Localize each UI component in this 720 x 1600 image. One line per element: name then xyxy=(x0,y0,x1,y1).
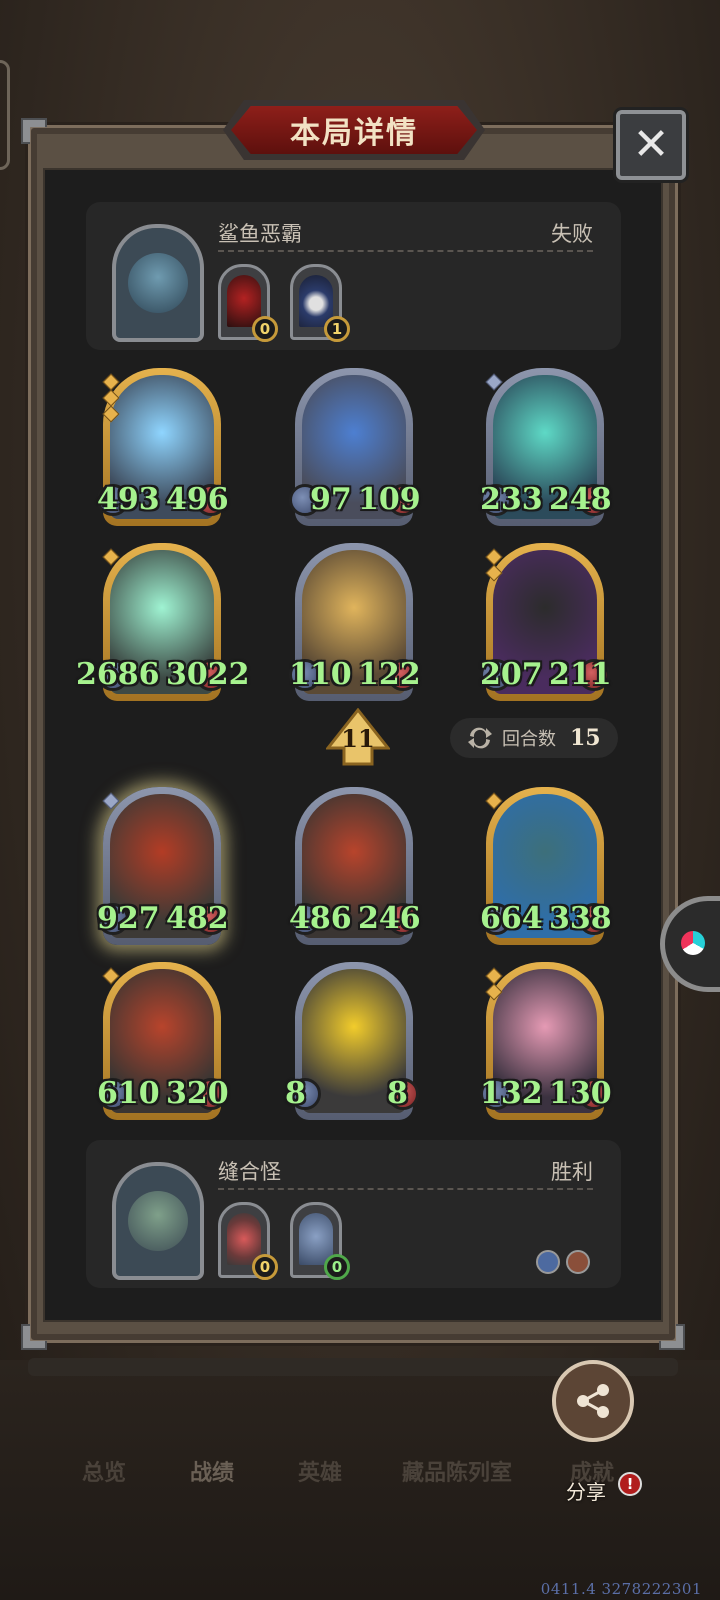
minion-attack: 97 xyxy=(310,482,352,517)
shark-hero-icon xyxy=(128,253,188,313)
close-icon: ✕ xyxy=(632,119,670,170)
title-banner-inner: 本局详情 xyxy=(231,106,477,154)
minion-health: 496 xyxy=(166,482,229,517)
nav-overview[interactable]: 总览 xyxy=(82,1455,126,1487)
rune-icon[interactable] xyxy=(566,1250,590,1274)
player-name: 缝合怪 xyxy=(218,1160,281,1184)
minion-health: 482 xyxy=(166,901,229,936)
item-count-badge: 0 xyxy=(324,1254,350,1280)
divider xyxy=(218,250,593,252)
minion-attack: 493 xyxy=(97,482,160,517)
player-result: 胜利 xyxy=(551,1160,593,1184)
minion-health: 246 xyxy=(358,901,421,936)
nav-heroes[interactable]: 英雄 xyxy=(298,1455,342,1487)
cycle-icon xyxy=(468,727,492,749)
frame-corner xyxy=(659,1324,685,1350)
divider xyxy=(218,1188,593,1190)
player-panel: 缝合怪 胜利 0 0 xyxy=(86,1140,621,1288)
round-count: 回合数 15 xyxy=(450,718,618,758)
bottom-nav: 总览 战绩 英雄 藏品陈列室 成就 xyxy=(0,1455,720,1505)
share-button[interactable] xyxy=(552,1360,634,1442)
player-avatar[interactable] xyxy=(112,1162,204,1280)
minion-health: 248 xyxy=(549,482,612,517)
minion-health: 211 xyxy=(549,657,612,692)
nav-records[interactable]: 战绩 xyxy=(190,1455,234,1487)
minion-attack: 8 xyxy=(285,1076,306,1111)
opponent-avatar[interactable] xyxy=(112,224,204,342)
opponent-panel: 鲨鱼恶霸 失败 0 1 xyxy=(86,202,621,350)
minion-health: 130 xyxy=(549,1076,612,1111)
tiktok-icon xyxy=(681,931,705,955)
share-icon xyxy=(577,1384,609,1418)
round-value: 15 xyxy=(570,725,601,751)
page-title: 本局详情 xyxy=(290,116,418,151)
minion-attack: 233 xyxy=(480,482,543,517)
minion-attack: 132 xyxy=(480,1076,543,1111)
minion-health: 320 xyxy=(166,1076,229,1111)
sword-icon[interactable] xyxy=(536,1250,560,1274)
minion-health: 8 xyxy=(387,1076,408,1111)
minion-attack: 927 xyxy=(97,901,160,936)
close-button[interactable]: ✕ xyxy=(616,110,686,180)
minion-health: 109 xyxy=(358,482,421,517)
minion-health: 122 xyxy=(358,657,421,692)
minion-attack: 664 xyxy=(480,901,543,936)
opponent-name: 鲨鱼恶霸 xyxy=(218,222,302,246)
minion-attack: 110 xyxy=(289,657,352,692)
minion-health: 338 xyxy=(549,901,612,936)
item-count-badge: 1 xyxy=(324,316,350,342)
opponent-result: 失败 xyxy=(551,222,593,246)
frame-corner xyxy=(21,118,47,144)
item-count-badge: 0 xyxy=(252,1254,278,1280)
minion-attack: 207 xyxy=(480,657,543,692)
round-label: 回合数 xyxy=(502,729,556,750)
minion-attack: 610 xyxy=(97,1076,160,1111)
frame-corner xyxy=(21,1324,47,1350)
minion-health: 3022 xyxy=(166,657,250,692)
turn-number: 11 xyxy=(341,724,375,753)
build-id: 0411.4 3278222301 xyxy=(540,1580,702,1598)
left-side-tab xyxy=(0,60,10,170)
nav-collection[interactable]: 藏品陈列室 xyxy=(402,1455,512,1487)
nav-achievements[interactable]: 成就 xyxy=(570,1455,614,1487)
stitched-hero-icon xyxy=(128,1191,188,1251)
item-count-badge: 0 xyxy=(252,316,278,342)
minion-attack: 486 xyxy=(289,901,352,936)
minion-attack: 2686 xyxy=(76,657,160,692)
